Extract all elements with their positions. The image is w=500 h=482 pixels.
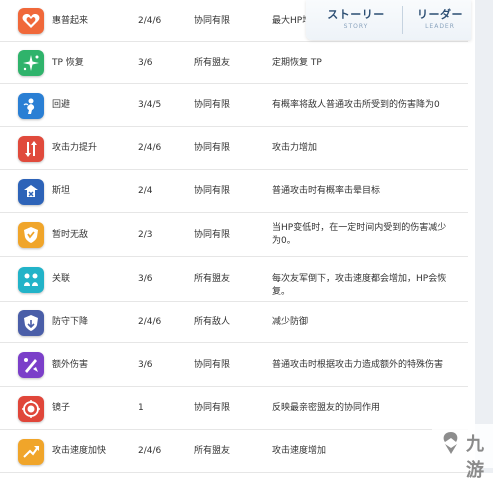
skill-target: 所有盟友 [194, 274, 231, 284]
skill-name: 攻击速度加快 [52, 446, 107, 456]
skill-description: 攻击力增加 [272, 143, 318, 153]
table-row: 额外伤害 3/6 协同有限 普通攻击时根据攻击力造成额外的特殊伤害 [0, 343, 468, 387]
table-row: 回避 3/4/5 协同有限 有概率将敌人普通攻击所受到的伤害降为0 [0, 84, 468, 127]
heart-icon [18, 8, 44, 34]
watermark-logo-icon [440, 430, 462, 456]
table-row: 关联 3/6 所有盟友 每次友军倒下，攻击速度都会增加，HP会恢复。 [0, 257, 468, 302]
skill-name: 惠普起来 [52, 15, 89, 26]
skill-description: 攻击速度增加 [272, 446, 327, 456]
skill-turns: 2/3 [138, 229, 153, 240]
skill-turns: 2/4/6 [138, 15, 162, 26]
top-nav: ストーリー STORY リーダー LEADER [306, 0, 471, 40]
skill-turns: 3/6 [138, 274, 153, 284]
skill-turns: 2/4/6 [138, 446, 162, 456]
skill-name: TP 恢复 [52, 57, 84, 68]
nav-story-label: ストーリー [327, 8, 385, 21]
table-row: TP 恢复 3/6 所有盟友 定期恢复 TP [0, 42, 468, 84]
nav-story[interactable]: ストーリー STORY [326, 6, 386, 30]
skill-turns: 1 [138, 403, 144, 413]
skill-turns: 3/6 [138, 359, 153, 370]
dodge-icon [18, 92, 44, 119]
nav-leader[interactable]: リーダー LEADER [414, 6, 466, 30]
skill-target: 协同有限 [194, 143, 231, 153]
shield-hand-icon [18, 222, 44, 248]
defense-down-icon [18, 309, 44, 336]
skill-name: 回避 [52, 100, 71, 110]
mirror-icon [18, 395, 44, 422]
skill-turns: 2/4/6 [138, 143, 162, 153]
skill-name: 防守下降 [52, 317, 89, 327]
extra-damage-icon [18, 352, 44, 378]
skill-turns: 2/4/6 [138, 317, 162, 327]
skill-description: 普通攻击时根据攻击力造成额外的特殊伤害 [272, 359, 444, 370]
skill-description: 普通攻击时有概率击晕目标 [272, 186, 381, 196]
skill-description: 反映最亲密盟友的协同作用 [272, 403, 381, 413]
nav-story-sublabel: STORY [343, 23, 369, 30]
attack-up-icon [18, 135, 44, 162]
skill-name: 额外伤害 [52, 359, 89, 370]
skill-target: 所有盟友 [194, 57, 231, 68]
skill-description: 每次友军倒下，攻击速度都会增加，HP会恢复。 [272, 274, 447, 297]
skill-turns: 2/4 [138, 186, 153, 196]
skill-target: 协同有限 [194, 359, 231, 370]
skill-turns: 3/6 [138, 57, 153, 68]
skill-turns: 3/4/5 [138, 100, 162, 110]
scrollbar-track[interactable] [475, 0, 493, 473]
table-row: 攻击速度加快 2/4/6 所有盟友 攻击速度增加 [0, 430, 468, 473]
skill-target: 协同有限 [194, 403, 231, 413]
skill-name: 暂时无敌 [52, 229, 89, 240]
sparkle-icon [18, 50, 44, 76]
skill-target: 协同有限 [194, 15, 231, 26]
skill-target: 所有敌人 [194, 317, 231, 327]
skill-name: 关联 [52, 274, 71, 284]
skill-name: 镜子 [52, 403, 71, 413]
bond-icon [18, 266, 44, 293]
skill-description: 定期恢复 TP [272, 57, 322, 68]
skill-description: 当HP变低时，在一定时间内受到的伤害减少为0。 [272, 223, 447, 246]
table-row: 攻击力提升 2/4/6 协同有限 攻击力增加 [0, 127, 468, 170]
skill-target: 协同有限 [194, 229, 231, 240]
skill-target: 协同有限 [194, 186, 231, 196]
nav-divider [402, 6, 403, 34]
skill-description: 有概率将敌人普通攻击所受到的伤害降为0 [272, 100, 440, 110]
table-row: 镜子 1 协同有限 反映最亲密盟友的协同作用 [0, 387, 468, 430]
table-row: 防守下降 2/4/6 所有敌人 减少防御 [0, 302, 468, 343]
nav-leader-sublabel: LEADER [425, 23, 455, 30]
table-row: 斯坦 2/4 协同有限 普通攻击时有概率击晕目标 [0, 170, 468, 213]
skill-name: 攻击力提升 [52, 143, 98, 153]
skill-description: 减少防御 [272, 317, 309, 327]
table-row: 暂时无敌 2/3 协同有限 当HP变低时，在一定时间内受到的伤害减少为0。 [0, 213, 468, 257]
skill-target: 所有盟友 [194, 446, 231, 456]
nav-leader-label: リーダー [417, 8, 463, 21]
skill-name: 斯坦 [52, 186, 71, 196]
skill-target: 协同有限 [194, 100, 231, 110]
speed-up-icon [18, 438, 44, 465]
break-icon [18, 178, 44, 205]
watermark-text: 九游 [466, 434, 484, 481]
